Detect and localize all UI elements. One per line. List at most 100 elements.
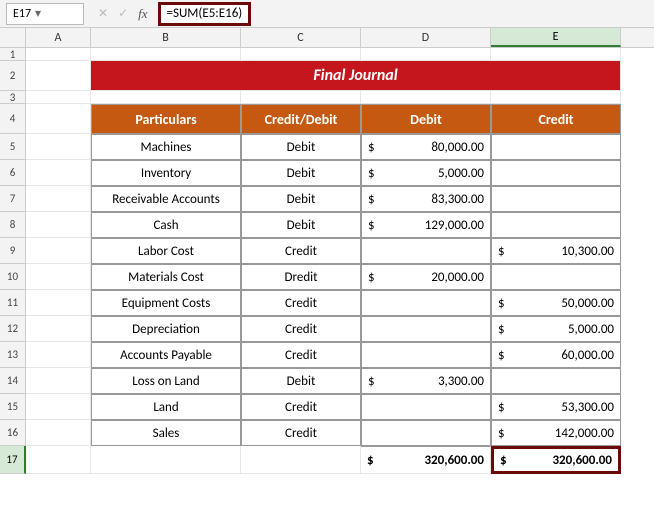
- particulars-cell[interactable]: Sales: [91, 420, 241, 446]
- credit-debit-cell[interactable]: Dredit: [241, 264, 361, 290]
- row-header-2[interactable]: 2: [0, 61, 26, 91]
- table-row: 6 InventoryDebit$5,000.00: [0, 160, 654, 186]
- table-row: 12 DepreciationCredit $5,000.00: [0, 316, 654, 342]
- credit-value: 142,000.00: [555, 426, 614, 441]
- credit-cell[interactable]: $50,000.00: [491, 290, 621, 316]
- credit-cell[interactable]: $5,000.00: [491, 316, 621, 342]
- debit-cell[interactable]: $20,000.00: [361, 264, 491, 290]
- formula-bar[interactable]: =SUM(E5:E16): [158, 2, 252, 26]
- header-particulars: Particulars: [91, 104, 241, 134]
- debit-cell[interactable]: $3,300.00: [361, 368, 491, 394]
- name-box[interactable]: E17 ▾: [6, 3, 84, 25]
- credit-debit-cell[interactable]: Debit: [241, 134, 361, 160]
- col-header-d[interactable]: D: [361, 28, 491, 47]
- row-header[interactable]: 14: [0, 368, 26, 394]
- credit-debit-cell[interactable]: Debit: [241, 186, 361, 212]
- row-header[interactable]: 11: [0, 290, 26, 316]
- currency-symbol: $: [498, 296, 505, 311]
- table-row: 9 Labor CostCredit $10,300.00: [0, 238, 654, 264]
- currency-symbol: $: [498, 244, 505, 259]
- credit-cell[interactable]: $142,000.00: [491, 420, 621, 446]
- fx-icon[interactable]: fx: [138, 6, 147, 22]
- cancel-icon[interactable]: ✕: [98, 6, 108, 21]
- row-header[interactable]: 7: [0, 186, 26, 212]
- credit-cell[interactable]: [491, 186, 621, 212]
- table-row: 11 Equipment CostsCredit $50,000.00: [0, 290, 654, 316]
- credit-debit-cell[interactable]: Debit: [241, 368, 361, 394]
- credit-debit-cell[interactable]: Credit: [241, 394, 361, 420]
- row-header[interactable]: 15: [0, 394, 26, 420]
- credit-cell[interactable]: $60,000.00: [491, 342, 621, 368]
- currency-symbol: $: [498, 426, 505, 441]
- row-header[interactable]: 13: [0, 342, 26, 368]
- credit-cell[interactable]: $53,300.00: [491, 394, 621, 420]
- credit-debit-cell[interactable]: Credit: [241, 316, 361, 342]
- credit-cell[interactable]: [491, 134, 621, 160]
- currency-symbol: $: [368, 270, 375, 285]
- credit-debit-cell[interactable]: Debit: [241, 160, 361, 186]
- particulars-cell[interactable]: Equipment Costs: [91, 290, 241, 316]
- debit-cell[interactable]: [361, 394, 491, 420]
- particulars-cell[interactable]: Depreciation: [91, 316, 241, 342]
- debit-cell[interactable]: [361, 238, 491, 264]
- credit-cell[interactable]: $10,300.00: [491, 238, 621, 264]
- table-row: 5 MachinesDebit$80,000.00: [0, 134, 654, 160]
- row-header-4[interactable]: 4: [0, 104, 26, 134]
- credit-cell[interactable]: [491, 160, 621, 186]
- particulars-cell[interactable]: Receivable Accounts: [91, 186, 241, 212]
- row-header-1[interactable]: 1: [0, 48, 26, 61]
- credit-debit-cell[interactable]: Credit: [241, 420, 361, 446]
- column-headers: A B C D E: [0, 28, 654, 48]
- debit-cell[interactable]: [361, 342, 491, 368]
- credit-cell[interactable]: [491, 368, 621, 394]
- table-row: 8 CashDebit$129,000.00: [0, 212, 654, 238]
- credit-debit-cell[interactable]: Credit: [241, 238, 361, 264]
- row-header-17[interactable]: 17: [0, 446, 26, 474]
- total-credit-cell[interactable]: $320,600.00: [491, 446, 621, 474]
- debit-cell[interactable]: $83,300.00: [361, 186, 491, 212]
- debit-cell[interactable]: $5,000.00: [361, 160, 491, 186]
- particulars-cell[interactable]: Labor Cost: [91, 238, 241, 264]
- total-debit-cell[interactable]: $320,600.00: [361, 446, 491, 474]
- credit-value: 50,000.00: [561, 296, 614, 311]
- select-all-corner[interactable]: [0, 28, 26, 47]
- debit-cell[interactable]: [361, 420, 491, 446]
- row-header[interactable]: 5: [0, 134, 26, 160]
- particulars-cell[interactable]: Loss on Land: [91, 368, 241, 394]
- header-credit: Credit: [491, 104, 621, 134]
- credit-cell[interactable]: [491, 212, 621, 238]
- check-icon[interactable]: ✓: [118, 6, 128, 21]
- chevron-down-icon[interactable]: ▾: [31, 6, 45, 21]
- credit-debit-cell[interactable]: Debit: [241, 212, 361, 238]
- row-header[interactable]: 12: [0, 316, 26, 342]
- particulars-cell[interactable]: Machines: [91, 134, 241, 160]
- col-header-b[interactable]: B: [91, 28, 241, 47]
- credit-cell[interactable]: [491, 264, 621, 290]
- row-header[interactable]: 10: [0, 264, 26, 290]
- row-header-3[interactable]: 3: [0, 91, 26, 104]
- particulars-cell[interactable]: Land: [91, 394, 241, 420]
- debit-cell[interactable]: [361, 316, 491, 342]
- row-header[interactable]: 16: [0, 420, 26, 446]
- debit-cell[interactable]: [361, 290, 491, 316]
- col-header-c[interactable]: C: [241, 28, 361, 47]
- debit-cell[interactable]: $129,000.00: [361, 212, 491, 238]
- debit-value: 83,300.00: [431, 192, 484, 207]
- credit-debit-cell[interactable]: Credit: [241, 290, 361, 316]
- col-header-a[interactable]: A: [26, 28, 91, 47]
- particulars-cell[interactable]: Cash: [91, 212, 241, 238]
- credit-debit-cell[interactable]: Credit: [241, 342, 361, 368]
- formula-bar-row: E17 ▾ ✕ ✓ fx =SUM(E5:E16): [0, 0, 654, 28]
- credit-value: 60,000.00: [561, 348, 614, 363]
- particulars-cell[interactable]: Inventory: [91, 160, 241, 186]
- table-row: 10 Materials CostDredit$20,000.00: [0, 264, 654, 290]
- row-header[interactable]: 9: [0, 238, 26, 264]
- debit-cell[interactable]: $80,000.00: [361, 134, 491, 160]
- header-credit-debit: Credit/Debit: [241, 104, 361, 134]
- table-row: 14 Loss on LandDebit$3,300.00: [0, 368, 654, 394]
- col-header-e[interactable]: E: [491, 28, 621, 47]
- particulars-cell[interactable]: Accounts Payable: [91, 342, 241, 368]
- row-header[interactable]: 6: [0, 160, 26, 186]
- particulars-cell[interactable]: Materials Cost: [91, 264, 241, 290]
- row-header[interactable]: 8: [0, 212, 26, 238]
